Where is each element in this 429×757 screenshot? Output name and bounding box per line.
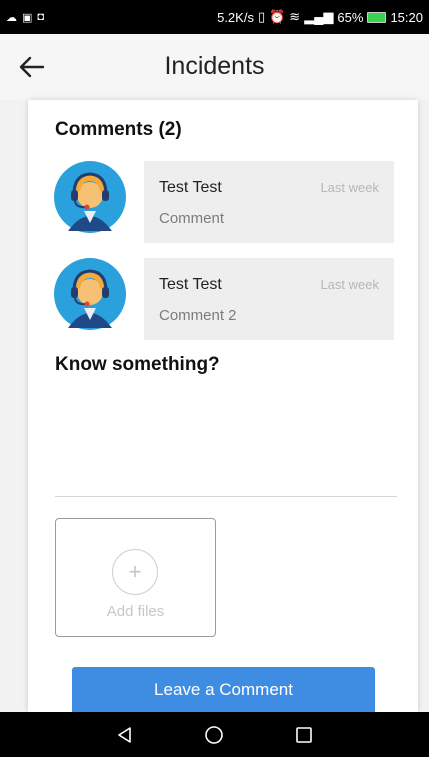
battery-icon [367, 11, 387, 23]
status-bar-left-icons: ☁ ▣ ◘ [6, 11, 44, 24]
status-bar-right: 5.2K/s ▯ ⏰ ≋ ▂▄▆ 65% 15:20 [217, 9, 423, 25]
comment-author: Test Test [159, 179, 222, 196]
nav-back-button[interactable] [105, 715, 145, 755]
add-files-button[interactable]: + Add files [55, 518, 216, 637]
page-title: Incidents [164, 52, 265, 80]
wifi-icon: ≋ [289, 9, 301, 24]
screen-icon: ◘ [37, 11, 45, 23]
comment-bubble: Test Test Last week Comment [144, 161, 394, 243]
comment-author: Test Test [159, 276, 222, 293]
avatar [54, 161, 126, 233]
comments-heading: Comments (2) [55, 119, 182, 140]
clock: 15:20 [390, 9, 423, 25]
comment-item: Test Test Last week Comment 2 [52, 258, 394, 340]
incident-card: Comments (2) Test Test Last week Comment [28, 100, 418, 712]
network-speed: 5.2K/s [217, 9, 254, 25]
comment-timestamp: Last week [320, 277, 379, 292]
comment-timestamp: Last week [320, 180, 379, 195]
leave-comment-button[interactable]: Leave a Comment [72, 667, 375, 712]
triangle-back-icon [118, 726, 131, 743]
message-icon: ▣ [22, 11, 33, 24]
nav-recents-button[interactable] [284, 715, 324, 755]
comment-input[interactable] [55, 388, 397, 497]
comment-item: Test Test Last week Comment [52, 161, 394, 243]
comment-text: Comment [159, 210, 225, 227]
app-bar: Incidents [0, 34, 429, 100]
plus-icon: + [112, 549, 158, 595]
system-nav-bar [0, 712, 429, 757]
circle-home-icon [205, 725, 224, 744]
nav-home-button[interactable] [194, 715, 234, 755]
battery-percent: 65% [337, 9, 364, 25]
status-bar: ☁ ▣ ◘ 5.2K/s ▯ ⏰ ≋ ▂▄▆ 65% 15:20 [0, 0, 429, 34]
add-files-label: Add files [106, 603, 165, 620]
cloud-icon: ☁ [6, 11, 17, 24]
comment-bubble: Test Test Last week Comment 2 [144, 258, 394, 340]
avatar [54, 258, 126, 330]
compose-heading: Know something? [55, 354, 220, 375]
signal-icon: ▂▄▆ [304, 9, 334, 24]
vibrate-icon: ▯ [257, 9, 266, 24]
comment-text: Comment 2 [159, 307, 237, 324]
square-recents-icon [296, 726, 312, 743]
alarm-icon: ⏰ [269, 9, 286, 24]
